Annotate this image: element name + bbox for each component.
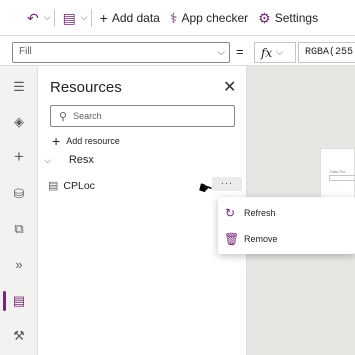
menu-item-label: Refresh [244,208,276,218]
formula-bar: Fill ⌵ = fx ⌵ RGBA(255 [0,38,355,66]
database-icon: ⛁ [13,186,25,201]
refresh-icon: ↻ [224,206,236,220]
menu-item-refresh[interactable]: ↻ Refresh [218,201,355,225]
layers-icon: ◈ [14,114,24,129]
app-checker-button[interactable]: ⚕ App checker [165,4,253,32]
group-name: Resx [68,154,94,166]
toolbar-divider [90,8,92,27]
chevron-down-icon: ⌵ [44,154,51,165]
rail-tree-view[interactable]: ◈ [0,109,38,135]
rail-resources[interactable]: ▤ [0,288,38,314]
media-icon: ⧉ [14,221,24,236]
clipboard-chevron-icon[interactable]: ⌵ [81,12,88,23]
item-name: CPLoc [63,179,95,192]
rail-media[interactable]: ⧉ [0,216,38,242]
property-dropdown[interactable]: Fill ⌵ [12,42,230,63]
plus-icon: + [52,133,61,149]
resources-pane: Resources ✕ ⚲ + Add resource ⌵ Resx ▤ CP… [38,66,247,355]
undo-icon: ↶ [27,9,39,26]
hamburger-icon: ☰ [13,79,25,94]
search-icon: ⚲ [59,110,68,123]
rail-data[interactable]: ⛁ [0,181,38,207]
canvas-label: Data Pol [330,169,346,174]
rail-advanced-tools[interactable]: ⚒ [0,323,38,349]
add-resource-label: Add resource [66,136,120,146]
formula-input[interactable]: RGBA(255 [298,42,355,63]
undo-button[interactable]: ↶ [22,4,44,32]
stethoscope-icon: ⚕ [169,9,178,26]
pane-title: Resources [50,79,122,96]
add-resource-button[interactable]: + Add resource [52,133,120,149]
fx-icon: fx [261,45,273,60]
chevron-down-icon: ⌵ [217,47,225,58]
list-item[interactable]: ▤ CPLoc [48,179,95,193]
property-value: Fill [19,46,32,57]
rail-power-automate[interactable]: » [0,251,38,277]
resource-group[interactable]: ⌵ Resx [44,154,94,166]
canvas-control [329,175,355,181]
equals-sign: = [236,44,244,59]
resource-file-icon: ▤ [48,180,59,192]
left-rail: ☰ ◈ + ⛁ ⧉ » ▤ ⚒ [0,66,38,355]
menu-item-remove[interactable]: 🗑 Remove [218,227,355,251]
trash-icon: 🗑 [224,232,240,246]
search-input[interactable] [73,111,214,121]
resource-file-icon: ▤ [12,293,26,308]
hamburger-menu-button[interactable]: ☰ [0,74,38,100]
menu-item-label: Remove [244,234,278,244]
toolbar-divider [53,8,55,27]
chevron-down-icon: ⌵ [276,47,284,58]
add-data-label: Add data [111,10,160,25]
tools-icon: ⚒ [13,328,25,343]
flow-icon: » [15,256,23,272]
undo-chevron-icon[interactable]: ⌵ [44,12,51,23]
settings-button[interactable]: ⚙ Settings [253,4,323,32]
plus-icon: + [14,147,24,166]
close-icon[interactable]: ✕ [223,77,236,97]
settings-label: Settings [274,10,319,25]
fx-button[interactable]: fx ⌵ [254,42,296,63]
gear-icon: ⚙ [258,9,271,26]
more-options-button[interactable]: ... [212,176,242,191]
search-box[interactable]: ⚲ [50,105,235,127]
clipboard-icon: ▤ [62,9,76,26]
rail-insert[interactable]: + [0,144,38,170]
plus-icon: + [99,9,108,26]
add-data-button[interactable]: + Add data [95,4,165,32]
command-bar: ↶ ⌵ ▤ ⌵ + Add data ⚕ App checker ⚙ Setti… [0,0,355,36]
clipboard-button[interactable]: ▤ [58,4,81,32]
context-menu: ↻ Refresh 🗑 Remove [218,197,355,254]
app-checker-label: App checker [181,10,249,25]
